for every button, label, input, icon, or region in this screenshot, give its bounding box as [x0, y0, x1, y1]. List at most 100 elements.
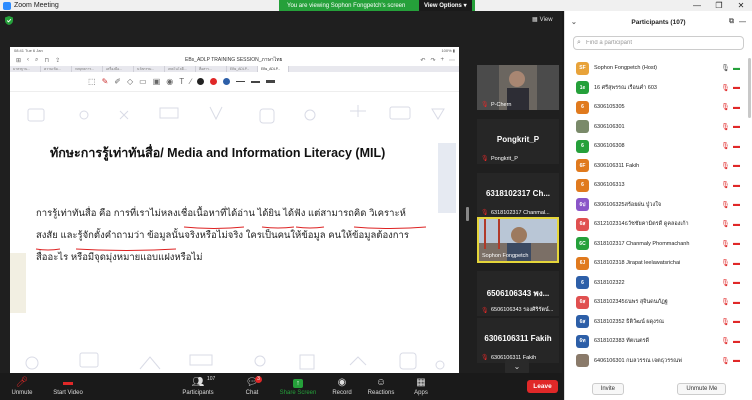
participant-row[interactable]: 6306106301 🎙 ▬ [565, 117, 752, 137]
video-off-icon[interactable]: ▬ [733, 260, 740, 267]
participant-row[interactable]: 6ท 6318102383 ทัตเนตรดี 🎙 ▬ [565, 331, 752, 351]
invite-button[interactable]: Invite [591, 383, 624, 395]
record-button[interactable]: ◉ Record [322, 376, 362, 396]
unmute-button[interactable]: 🎤︎ Unmute [2, 376, 42, 396]
color-blue-swatch[interactable] [223, 78, 231, 85]
search-icon[interactable]: ⌕ [35, 57, 38, 64]
participant-row[interactable]: 6 6306105305 🎙 ▬ [565, 97, 752, 117]
participant-row[interactable]: SF Sophon Fongpetch (Host) 🎙 ▬ [565, 58, 752, 78]
mic-muted-icon[interactable]: 🎙 [721, 357, 730, 365]
participant-row[interactable]: 6ป 6306106325สร้อยฝน ปู่วงใจ 🎙 ▬ [565, 195, 752, 215]
video-tile[interactable]: 6306106311 Fakih 🎙 6306106311 Fakih [477, 318, 559, 363]
image-icon[interactable]: ▣ [153, 77, 161, 86]
undo-icon[interactable]: ↶ [420, 57, 425, 64]
participant-row[interactable]: 6 6306106313 🎙 ▬ [565, 175, 752, 195]
close-window-button[interactable]: ✕ [730, 0, 752, 11]
document-tab[interactable]: เครื่องมือ... [103, 66, 134, 72]
document-tab[interactable]: EBs_ADLP... [227, 66, 258, 72]
video-tile[interactable]: Pongkrit_P 🎙 Pongkrit_P [477, 119, 559, 164]
mic-muted-icon[interactable]: 🎙 [721, 84, 730, 92]
video-off-icon[interactable]: ▬ [733, 221, 740, 228]
document-tab[interactable]: ความเข้ม... [41, 66, 72, 72]
participant-row[interactable]: 6J 6318102318 Jirapat leelawatsrichai 🎙 ▬ [565, 253, 752, 273]
mic-muted-icon[interactable]: 🎙 [721, 142, 730, 150]
view-button[interactable]: ▦ View [532, 16, 553, 24]
color-red-swatch[interactable] [210, 78, 218, 85]
mic-muted-icon[interactable]: 🎙 [721, 279, 730, 287]
share-icon[interactable]: ⇪ [55, 57, 60, 64]
document-tab[interactable]: เทคโนโลยี... [165, 66, 196, 72]
participant-row[interactable]: 6406106301 กมลวรรณ เจตธุวรรณพ่ 🎙 ▬ [565, 351, 752, 371]
panel-resize-handle[interactable] [466, 207, 469, 221]
share-screen-button[interactable]: ↑ Share Screen [278, 376, 318, 396]
participant-row[interactable]: 6C 6318102317 Chanmaly Phommachanh 🎙 ▬ [565, 234, 752, 254]
minimize-button[interactable]: — [686, 0, 708, 11]
video-on-icon[interactable]: ▬ [733, 65, 740, 72]
mic-on-icon[interactable]: 🎙 [721, 64, 730, 72]
video-off-icon[interactable]: ▬ [733, 338, 740, 345]
mic-muted-icon[interactable]: 🎙 [721, 181, 730, 189]
document-tab-active[interactable]: EBs_ADLP... [258, 66, 289, 72]
stroke-thick-swatch[interactable] [266, 80, 276, 83]
highlighter-icon[interactable]: ✐ [114, 77, 121, 86]
eraser-icon[interactable]: ◇ [127, 77, 133, 86]
participant-row[interactable]: 6ส 6312102314ธวัชชัยคามิตรดี ดูคลองเก้า 🎙 ▬ [565, 214, 752, 234]
video-off-icon[interactable]: ▬ [733, 123, 740, 130]
unmute-me-button[interactable]: Unmute Me [677, 383, 727, 395]
video-tile-active-speaker[interactable]: Sophon Fongpetch [477, 217, 559, 263]
apps-button[interactable]: ▦ Apps [401, 376, 441, 396]
video-off-icon[interactable]: ▬ [733, 357, 740, 364]
participants-button[interactable]: 👥︎ 107 Participants [178, 376, 218, 396]
participant-row[interactable]: 6F 6306106311 Fakih 🎙 ▬ [565, 156, 752, 176]
mic-muted-icon[interactable]: 🎙 [721, 162, 730, 170]
video-off-icon[interactable]: ▬ [733, 104, 740, 111]
video-off-icon[interactable]: ▬ [733, 201, 740, 208]
video-tile[interactable]: 🎙 P-Chern [477, 65, 559, 110]
document-tab[interactable]: สื่อสาร... [196, 66, 227, 72]
stroke-medium-swatch[interactable] [251, 80, 261, 83]
video-off-icon[interactable]: ▬ [733, 279, 740, 286]
chat-button[interactable]: 💬︎ 3 Chat [232, 376, 272, 396]
video-off-icon[interactable]: ▬ [733, 299, 740, 306]
mic-muted-icon[interactable]: 🎙 [721, 123, 730, 131]
mic-muted-icon[interactable]: 🎙 [721, 259, 730, 267]
popout-icon[interactable]: ⧉ [729, 18, 734, 26]
participant-row[interactable]: 6 6318102322 🎙 ▬ [565, 273, 752, 293]
video-tile[interactable]: 6506106343 พง... 🎙 6506106343 รองศิริรัต… [477, 271, 559, 316]
text-icon[interactable]: T [179, 77, 184, 86]
lasso-icon[interactable]: ⬚ [88, 77, 96, 86]
stroke-thin-swatch[interactable] [236, 81, 246, 82]
document-tab[interactable]: นวัตกรรม... [134, 66, 165, 72]
mic-muted-icon[interactable]: 🎙 [721, 337, 730, 345]
video-off-icon[interactable]: ▬ [733, 162, 740, 169]
participant-row[interactable]: 6ส 6318102352 ธิติวัฒน์ ผดุงรณ 🎙 ▬ [565, 312, 752, 332]
collapse-chevron-icon[interactable]: ⌄ [571, 18, 577, 26]
video-off-icon[interactable]: ▬ [733, 84, 740, 91]
color-black-swatch[interactable] [197, 78, 205, 85]
reactions-button[interactable]: ☺ Reactions [361, 376, 401, 396]
document-tab[interactable]: มาตรฐาน... [10, 66, 41, 72]
mic-muted-icon[interactable]: 🎙 [721, 298, 730, 306]
participant-search-input[interactable] [586, 40, 736, 46]
mic-muted-icon[interactable]: 🎙 [721, 201, 730, 209]
video-off-icon[interactable]: ▬ [733, 182, 740, 189]
video-off-icon[interactable]: ▬ [733, 240, 740, 247]
more-icon[interactable]: ⋯ [449, 57, 455, 64]
participant-row[interactable]: 6 6306106308 🎙 ▬ [565, 136, 752, 156]
mic-muted-icon[interactable]: 🎙 [721, 103, 730, 111]
video-off-icon[interactable]: ▬ [733, 143, 740, 150]
maximize-button[interactable]: ❐ [708, 0, 730, 11]
participant-row[interactable]: 1e 16 ศรีสุพรรณ เรือนคำ 603 🎙 ▬ [565, 78, 752, 98]
leave-button[interactable]: Leave [527, 380, 558, 393]
shapes-icon[interactable]: ▭ [139, 77, 147, 86]
grid-view-icon[interactable]: ⊞ [16, 57, 21, 64]
back-icon[interactable]: ‹ [27, 57, 29, 63]
participant-row[interactable]: 6ส 6318102345ธนพร สุจินดนภัฏฐ 🎙 ▬ [565, 292, 752, 312]
video-tile[interactable]: 6318102317 Ch... 🎙 6318102317 Chanmal... [477, 173, 559, 218]
view-options-button[interactable]: View Options ▾ [419, 0, 472, 11]
pen-icon[interactable]: ✎ [102, 77, 109, 86]
mic-muted-icon[interactable]: 🎙 [721, 318, 730, 326]
camera-icon[interactable]: ◉ [166, 77, 173, 86]
mic-muted-icon[interactable]: 🎙 [721, 240, 730, 248]
close-panel-icon[interactable]: — [739, 19, 746, 26]
